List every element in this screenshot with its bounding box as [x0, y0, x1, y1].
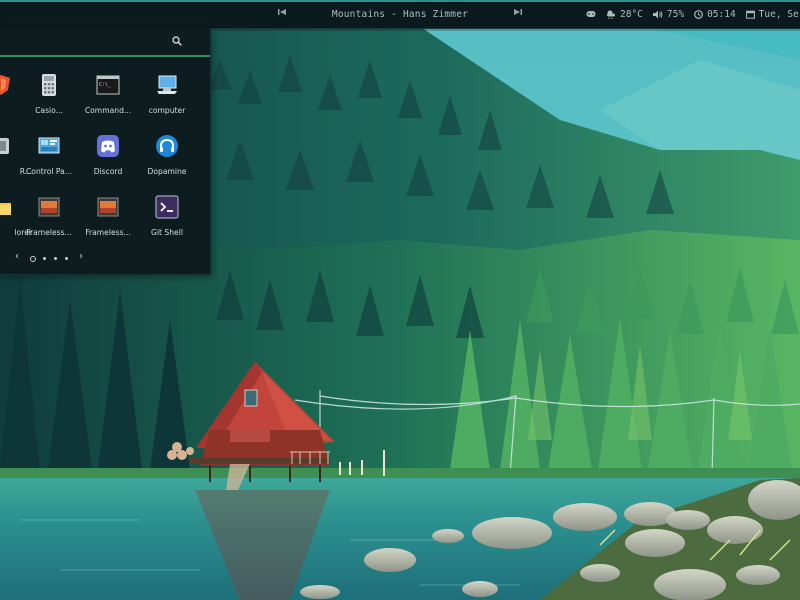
- page-dot[interactable]: [30, 256, 36, 262]
- gamepad-icon: [586, 11, 596, 17]
- app-label: Dopamine: [147, 167, 187, 176]
- frameless-app-icon: [38, 197, 60, 217]
- media-player: Mountains - Hans Zimmer: [275, 0, 525, 28]
- app-tile-control-panel[interactable]: Control Pa...: [18, 134, 80, 184]
- volume-indicator[interactable]: 75%: [652, 8, 685, 20]
- app-tile-dopamine[interactable]: Dopamine: [136, 134, 198, 184]
- calendar-icon: [745, 10, 755, 19]
- volume-text: 75%: [666, 8, 685, 20]
- app-label: Command...: [84, 106, 132, 115]
- computer-icon: [157, 75, 177, 94]
- app-tile-frameless-1[interactable]: Frameless...: [18, 195, 80, 245]
- weather-indicator[interactable]: 28°C: [606, 9, 643, 20]
- now-playing-track[interactable]: Mountains - Hans Zimmer: [332, 9, 468, 20]
- previous-track-icon[interactable]: [275, 7, 289, 21]
- terminal-window-icon: C:\_: [96, 75, 120, 95]
- folder-icon: [0, 203, 11, 215]
- calculator-icon: [42, 74, 56, 96]
- chevron-left-icon[interactable]: ‹: [15, 251, 19, 262]
- discord-icon: [97, 135, 119, 157]
- app-label: Casio...: [35, 106, 63, 115]
- app-label: Discord: [93, 167, 123, 176]
- next-track-icon[interactable]: [511, 7, 525, 21]
- launcher-pager: ‹ ›: [0, 251, 100, 270]
- app-label: computer: [148, 106, 186, 115]
- app-generic-icon: [0, 138, 9, 154]
- app-tile-casio[interactable]: Casio...: [18, 73, 80, 123]
- app-tile-frameless-2[interactable]: Frameless...: [77, 195, 139, 245]
- chevron-right-icon[interactable]: ›: [79, 251, 83, 262]
- gamepad-indicator[interactable]: [586, 10, 596, 18]
- search-input[interactable]: [6, 33, 170, 51]
- svg-text:C:\_: C:\_: [99, 82, 112, 88]
- date-text: Tue, Se: [758, 8, 799, 20]
- headphones-icon: [156, 135, 178, 157]
- app-tile-computer[interactable]: computer: [136, 73, 198, 123]
- speaker-icon: [652, 10, 663, 18]
- app-tile-discord[interactable]: Discord: [77, 134, 139, 184]
- status-tray: 28°C 75% 05:14 Tue, Se: [586, 0, 799, 28]
- app-launcher: Casio... C:\_ Command... computer R... C…: [0, 28, 211, 275]
- app-label: Control Pa...: [26, 167, 72, 176]
- app-tile-git-shell[interactable]: Git Shell: [136, 195, 198, 245]
- page-dot[interactable]: [43, 257, 46, 260]
- app-label: Frameless...: [26, 228, 72, 237]
- app-label: Frameless...: [85, 228, 131, 237]
- git-shell-icon: [155, 195, 179, 219]
- launcher-search: [0, 28, 210, 57]
- date-indicator[interactable]: Tue, Se: [745, 8, 799, 20]
- app-shield-icon: [0, 75, 10, 95]
- weather-cloud-icon: [607, 10, 615, 19]
- clock-icon: [694, 9, 703, 19]
- control-panel-icon: [38, 137, 60, 154]
- page-dot[interactable]: [54, 257, 57, 260]
- frameless-app-icon: [97, 197, 119, 217]
- app-label: Git Shell: [151, 228, 183, 237]
- top-panel: Mountains - Hans Zimmer 28°C 75% 05:14 T…: [0, 0, 800, 29]
- clock-text: 05:14: [707, 8, 736, 20]
- app-tile-command[interactable]: C:\_ Command...: [77, 73, 139, 123]
- clock-indicator[interactable]: 05:14: [694, 9, 736, 20]
- page-dot[interactable]: [65, 257, 68, 260]
- temperature-text: 28°C: [620, 8, 643, 20]
- search-icon[interactable]: [172, 36, 182, 46]
